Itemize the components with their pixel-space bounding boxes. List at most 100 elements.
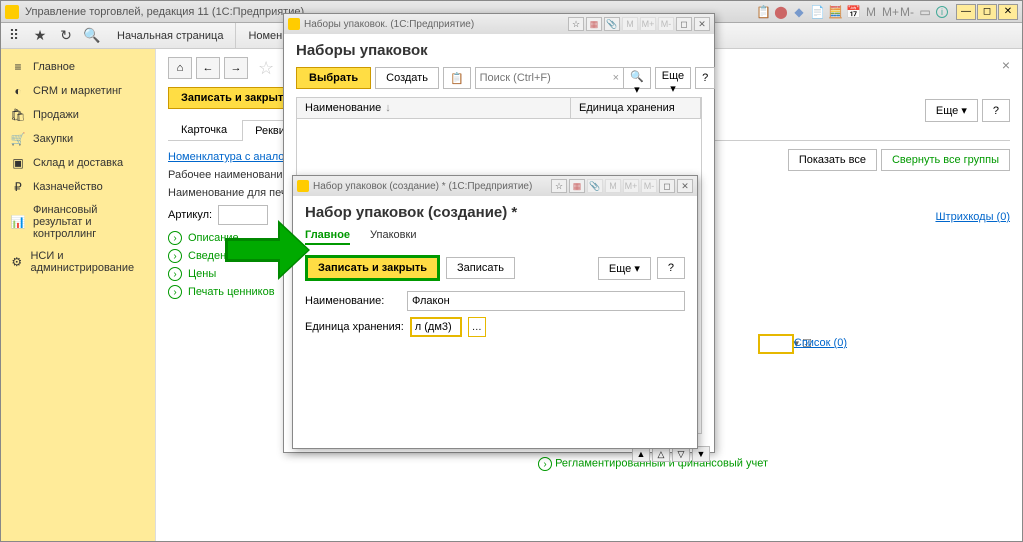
forward-button[interactable]: → (224, 57, 248, 79)
dialog-tabs: Главное Упаковки (305, 229, 685, 245)
yellow-highlight-box (758, 334, 794, 354)
picker-button[interactable]: … (468, 317, 486, 337)
history-icon[interactable]: ↻ (53, 24, 79, 48)
clip-icon[interactable]: 📎 (604, 17, 620, 31)
copy-button[interactable]: 📋 (443, 67, 471, 89)
tab-home[interactable]: Начальная страница (105, 23, 236, 49)
save-button[interactable]: Записать (446, 257, 515, 279)
tray-info-icon[interactable]: i (936, 6, 948, 18)
chevron-icon: › (168, 249, 182, 263)
sort-icon: ↓ (385, 102, 391, 114)
sidebar-item-crm[interactable]: ◐CRM и маркетинг (1, 79, 155, 103)
help-button[interactable]: ? (695, 67, 715, 89)
back-button[interactable]: ← (196, 57, 220, 79)
gear-icon: ⚙ (11, 255, 22, 269)
sidebar-label: Продажи (33, 109, 79, 121)
apps-icon[interactable]: ⠿ (1, 24, 27, 48)
tray-icon[interactable]: 📅 (846, 5, 860, 19)
app-icon (5, 5, 19, 19)
tray-icon[interactable]: 🧮 (828, 5, 842, 19)
col-name[interactable]: Наименование↓ (297, 98, 571, 118)
tray-icon[interactable]: 📋 (756, 5, 770, 19)
tray-icon[interactable]: 📄 (810, 5, 824, 19)
list-link[interactable]: Список (0) (794, 337, 847, 349)
search-input[interactable] (475, 67, 627, 89)
dialog-window-title: Наборы упаковок. (1С:Предприятие) (304, 19, 474, 30)
collapse-all-button[interactable]: Свернуть все группы (881, 149, 1010, 171)
name-label: Наименование: (305, 295, 401, 307)
more-button[interactable]: Еще ▾ (598, 257, 651, 280)
article-input[interactable] (218, 205, 268, 225)
star-icon[interactable]: ☆ (258, 58, 274, 79)
m-icon[interactable]: M (605, 179, 621, 193)
show-all-button[interactable]: Показать все (788, 149, 877, 171)
sidebar-item-admin[interactable]: ⚙НСИ и администрирование (1, 245, 155, 279)
tray-icon[interactable]: ◆ (792, 5, 806, 19)
chevron-icon: › (168, 231, 182, 245)
save-close-button[interactable]: Записать и закрыть (305, 255, 440, 281)
m-icon[interactable]: M (622, 17, 638, 31)
close-icon[interactable]: ✕ (677, 179, 693, 193)
tab-packages[interactable]: Упаковки (370, 229, 416, 245)
help-button[interactable]: ? (982, 99, 1010, 122)
mminus-icon[interactable]: M- (641, 179, 657, 193)
tray-icon[interactable]: M- (900, 5, 914, 19)
search-button[interactable]: 🔍 ▾ (623, 67, 651, 89)
mminus-icon[interactable]: M- (658, 17, 674, 31)
tab-main[interactable]: Главное (305, 229, 350, 245)
maximize-icon[interactable]: ◻ (659, 179, 675, 193)
menu-icon: ≡ (11, 60, 25, 74)
tray-icon[interactable]: M (864, 5, 878, 19)
maximize-button[interactable]: ◻ (977, 4, 997, 20)
analog-link[interactable]: Номенклатура с аналоги (168, 151, 295, 163)
clip-icon[interactable]: 📎 (587, 179, 603, 193)
dialog-icon (297, 180, 309, 192)
sidebar-item-main[interactable]: ≡Главное (1, 55, 155, 79)
barcodes-link[interactable]: Штрихкоды (0) (935, 211, 1010, 223)
close-icon[interactable]: × (1002, 57, 1010, 73)
right-panel: Показать все Свернуть все группы Штрихко… (788, 149, 1010, 223)
sidebar-item-warehouse[interactable]: ▣Склад и доставка (1, 151, 155, 175)
fav-icon[interactable]: ☆ (568, 17, 584, 31)
minimize-button[interactable]: — (956, 4, 976, 20)
close-icon[interactable]: ✕ (694, 17, 710, 31)
tray-icon[interactable]: ⬤ (774, 5, 788, 19)
fav-icon[interactable]: ☆ (551, 179, 567, 193)
tray-icon[interactable]: M+ (882, 5, 896, 19)
article-label: Артикул: (168, 209, 212, 221)
home-button[interactable]: ⌂ (168, 57, 192, 79)
favorite-icon[interactable]: ★ (27, 24, 53, 48)
create-button[interactable]: Создать (375, 67, 439, 89)
col-unit[interactable]: Единица хранения (571, 98, 701, 118)
sidebar-item-sales[interactable]: 🛍Продажи (1, 103, 155, 127)
search-icon[interactable]: 🔍 (79, 24, 105, 48)
grid-icon[interactable]: ▦ (569, 179, 585, 193)
close-button[interactable]: ✕ (998, 4, 1018, 20)
unit-label: Единица хранения: (305, 321, 404, 333)
chevron-icon: › (168, 267, 182, 281)
tray-icon[interactable]: ▭ (918, 5, 932, 19)
cart-icon: 🛒 (11, 132, 25, 146)
chevron-icon: › (168, 285, 182, 299)
sidebar-item-purchases[interactable]: 🛒Закупки (1, 127, 155, 151)
clear-search-icon[interactable]: × (613, 72, 619, 84)
dialog-controls: ☆ ▦ 📎 M M+ M- ◻ ✕ (568, 17, 710, 31)
unit-input[interactable] (410, 317, 462, 337)
more-button[interactable]: Еще ▾ (925, 99, 978, 122)
dialog-controls: ☆ ▦ 📎 M M+ M- ◻ ✕ (551, 179, 693, 193)
dialog-titlebar[interactable]: Набор упаковок (создание) * (1С:Предприя… (293, 176, 697, 196)
dialog-titlebar[interactable]: Наборы упаковок. (1С:Предприятие) ☆ ▦ 📎 … (284, 14, 714, 34)
select-button[interactable]: Выбрать (296, 67, 371, 89)
name-input[interactable] (407, 291, 685, 311)
mplus-icon[interactable]: M+ (623, 179, 639, 193)
mplus-icon[interactable]: M+ (640, 17, 656, 31)
more-button[interactable]: Еще ▾ (655, 67, 691, 89)
help-button[interactable]: ? (657, 257, 685, 279)
maximize-icon[interactable]: ◻ (676, 17, 692, 31)
tab-card[interactable]: Карточка (168, 119, 240, 140)
chart-icon: 📊 (11, 215, 25, 229)
grid-icon[interactable]: ▦ (586, 17, 602, 31)
sidebar-item-treasury[interactable]: ₽Казначейство (1, 175, 155, 199)
dialog-toolbar: Выбрать Создать 📋 × 🔍 ▾ Еще ▾ ? (296, 67, 702, 89)
sidebar-item-finance[interactable]: 📊Финансовый результат и контроллинг (1, 199, 155, 245)
